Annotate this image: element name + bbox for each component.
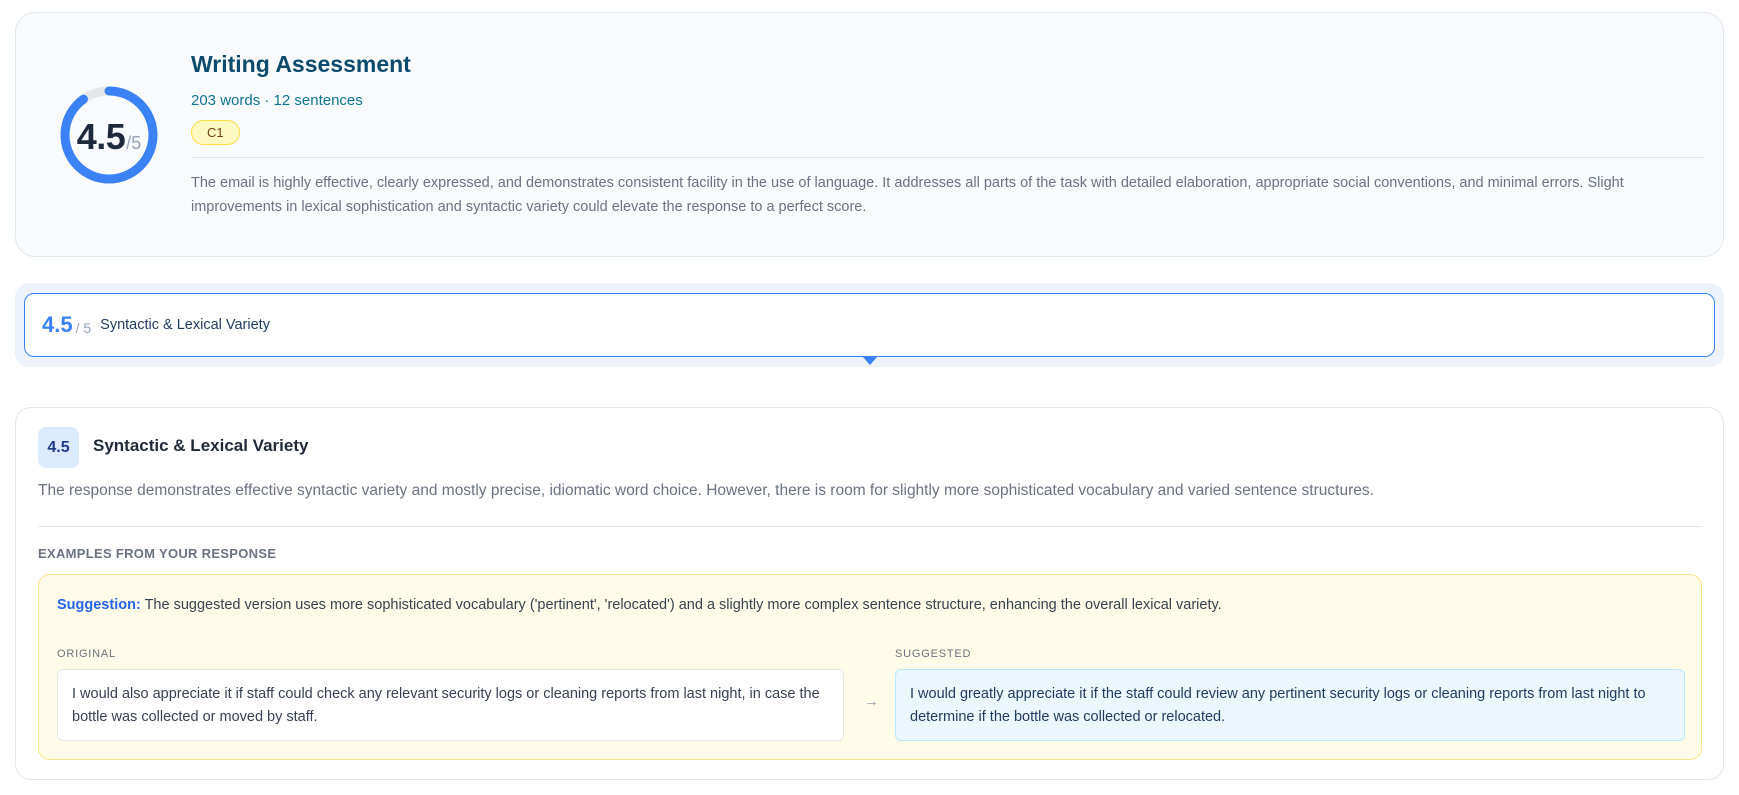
arrow-right-icon: →: [864, 693, 879, 710]
suggestion-label: Suggestion:: [57, 597, 141, 613]
summary-card: 4.5 /5 Writing Assessment 203 words · 12…: [15, 12, 1724, 257]
suggestion-text: The suggested version uses more sophisti…: [144, 597, 1222, 613]
tab-label: Syntactic & Lexical Variety: [100, 317, 270, 333]
original-label: ORIGINAL: [57, 648, 116, 660]
selected-tab-pointer-icon: [863, 357, 877, 365]
criterion-title: Syntactic & Lexical Variety: [93, 436, 309, 455]
criteria-tab-strip: 4.5 / 5 Syntactic & Lexical Variety: [15, 283, 1724, 367]
tab-score: 4.5: [42, 312, 73, 337]
overall-score-max: /5: [126, 132, 142, 153]
tab-syntactic-lexical-variety[interactable]: 4.5 / 5 Syntactic & Lexical Variety: [24, 293, 1715, 357]
example-item: Suggestion: The suggested version uses m…: [38, 574, 1702, 760]
criterion-score-badge: 4.5: [38, 427, 79, 468]
criterion-detail-card: 4.5 Syntactic & Lexical Variety The resp…: [15, 407, 1724, 780]
suggested-text-box: I would greatly appreciate it if the sta…: [895, 669, 1685, 741]
suggestion-line: Suggestion: The suggested version uses m…: [57, 597, 1222, 613]
examples-heading: EXAMPLES FROM YOUR RESPONSE: [38, 546, 277, 561]
word-sentence-count: 203 words · 12 sentences: [191, 91, 363, 109]
tab-score-max: / 5: [75, 320, 92, 336]
page-title: Writing Assessment: [191, 51, 411, 77]
summary-divider: [191, 156, 1705, 158]
summary-feedback: The email is highly effective, clearly e…: [191, 174, 1624, 215]
cefr-level-badge: C1: [191, 119, 240, 145]
original-text-box: I would also appreciate it if staff coul…: [57, 669, 844, 741]
overall-score-ring: 4.5 /5: [54, 80, 164, 190]
suggested-label: SUGGESTED: [895, 648, 972, 660]
criterion-feedback: The response demonstrates effective synt…: [38, 482, 1374, 499]
detail-divider: [38, 526, 1702, 527]
overall-score-value: 4.5: [76, 116, 126, 157]
